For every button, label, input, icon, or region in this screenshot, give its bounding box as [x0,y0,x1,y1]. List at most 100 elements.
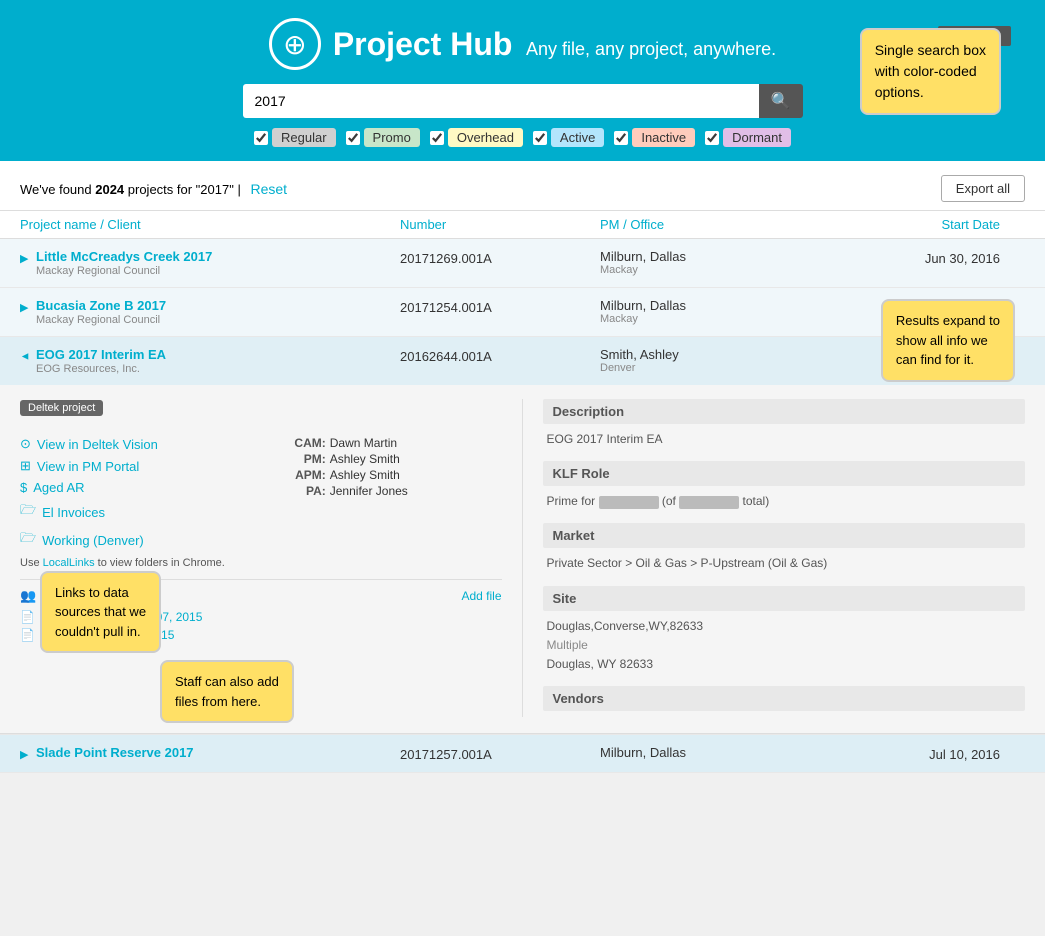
tagline-text: Any file, any project, anywhere. [526,39,776,59]
local-links-text: Use LocalLinks to view folders in Chrome… [20,557,251,569]
market-header: Market [543,523,1026,548]
project-date-1: Jun 30, 2016 [820,249,1000,266]
project-row-3: ▼ EOG 2017 Interim EA EOG Resources, Inc… [0,337,1045,735]
cam-row-3: APM: Ashley Smith [291,468,502,482]
filter-row: Regular Promo Overhead Active Inactive [20,128,1025,147]
row-arrow-2: ▶ [20,301,30,314]
link-working[interactable]: 🗁 Working (Denver) [20,529,251,551]
filter-active-label[interactable]: Active [551,128,604,147]
filter-dormant-label[interactable]: Dormant [723,128,791,147]
project-name-3: EOG 2017 Interim EA EOG Resources, Inc. [36,347,166,375]
project-name-cell-4: ▶ Slade Point Reserve 2017 [20,745,400,761]
search-box: 🔍 [243,84,803,118]
add-file-link[interactable]: Add file [461,589,501,603]
reset-link[interactable]: Reset [250,181,287,197]
cam-row-1: CAM: Dawn Martin [291,436,502,450]
description-value: EOG 2017 Interim EA [543,430,1026,449]
results-count: 2024 [95,182,124,197]
filter-promo: Promo [346,128,420,147]
export-button[interactable]: Export all [941,175,1025,202]
filter-regular: Regular [254,128,336,147]
filter-overhead-checkbox[interactable] [430,131,444,145]
link-deltek-vision[interactable]: ⊙ View in Deltek Vision [20,436,251,452]
results-middle: projects for "2017" | [124,182,241,197]
project-number-3: 20162644.001A [400,347,600,364]
working-icon: 🗁 [20,529,36,551]
results-bar: We've found 2024 projects for "2017" | R… [0,161,1045,211]
filter-active-checkbox[interactable] [533,131,547,145]
market-value: Private Sector > Oil & Gas > P-Upstream … [543,554,1026,573]
filter-active: Active [533,128,604,147]
filter-regular-checkbox[interactable] [254,131,268,145]
search-callout: Single search boxwith color-codedoptions… [860,28,1001,115]
main-content: We've found 2024 projects for "2017" | R… [0,161,1045,773]
project-row-1: ▶ Little McCreadys Creek 2017 Mackay Reg… [0,239,1045,288]
project-number-2: 20171254.001A [400,298,600,315]
project-name-4: Slade Point Reserve 2017 [36,745,194,760]
filter-inactive-checkbox[interactable] [614,131,628,145]
deltek-vision-icon: ⊙ [20,436,31,452]
link-el-invoices[interactable]: 🗁 El Invoices [20,501,251,523]
filter-promo-label[interactable]: Promo [364,128,420,147]
files-icon: 👥 [20,588,36,604]
filter-dormant-checkbox[interactable] [705,131,719,145]
header: Feedback ⊕ Project Hub Any file, any pro… [0,0,1045,161]
project-pm-2: Milburn, Dallas Mackay [600,298,820,325]
el-invoices-icon: 🗁 [20,501,36,523]
vendors-header: Vendors [543,686,1026,711]
staff-files-callout-wrap: Staff can also addfiles from here. [160,660,294,723]
filter-overhead: Overhead [430,128,523,147]
description-header: Description [543,399,1026,424]
search-input[interactable] [243,84,759,118]
title-text: Project Hub [333,26,513,62]
row-arrow-1: ▶ [20,252,30,265]
row-arrow-3: ▼ [19,351,31,361]
klf-role-header: KLF Role [543,461,1026,486]
data-sources-callout-wrap: Links to datasources that wecouldn't pul… [40,571,161,654]
cam-row-2: PM: Ashley Smith [291,452,502,466]
col-header-number[interactable]: Number [400,217,600,232]
header-top: ⊕ Project Hub Any file, any project, any… [20,18,1025,70]
results-expand-callout: Results expand toshow all info wecan fin… [881,299,1015,382]
detail-links-col: ⊙ View in Deltek Vision ⊞ View in PM Por… [20,436,251,569]
project-name-2: Bucasia Zone B 2017 Mackay Regional Coun… [36,298,166,326]
results-prefix: We've found [20,182,95,197]
pm-portal-icon: ⊞ [20,458,31,474]
project-date-4: Jul 10, 2016 [820,745,1000,762]
aged-ar-icon: $ [20,480,27,495]
col-header-date[interactable]: Start Date [820,217,1000,232]
link-pm-portal[interactable]: ⊞ View in PM Portal [20,458,251,474]
project-pm-3: Smith, Ashley Denver [600,347,820,374]
project-row-4-header[interactable]: ▶ Slade Point Reserve 2017 20171257.001A… [0,735,1045,772]
filter-regular-label[interactable]: Regular [272,128,336,147]
staff-files-callout: Staff can also addfiles from here. [160,660,294,723]
project-name-cell-2: ▶ Bucasia Zone B 2017 Mackay Regional Co… [20,298,400,326]
project-name-cell-1: ▶ Little McCreadys Creek 2017 Mackay Reg… [20,249,400,277]
header-logo: ⊕ Project Hub Any file, any project, any… [269,18,776,70]
cam-section: CAM: Dawn Martin PM: Ashley Smith APM: A… [291,436,502,559]
site-value: Douglas,Converse,WY,82633 Multiple Dougl… [543,617,1026,675]
filter-overhead-label[interactable]: Overhead [448,128,523,147]
project-number-1: 20171269.001A [400,249,600,266]
project-row-1-header[interactable]: ▶ Little McCreadys Creek 2017 Mackay Reg… [0,239,1045,287]
project-name-1: Little McCreadys Creek 2017 Mackay Regio… [36,249,212,277]
header-inner: Feedback ⊕ Project Hub Any file, any pro… [20,18,1025,147]
project-row-4: ▶ Slade Point Reserve 2017 20171257.001A… [0,735,1045,773]
site-header: Site [543,586,1026,611]
filter-inactive: Inactive [614,128,695,147]
detail-left: Deltek project ⊙ View in Deltek Vision ⊞… [20,399,523,717]
col-header-name[interactable]: Project name / Client [20,217,400,232]
local-links-link[interactable]: LocalLinks [43,557,95,569]
filter-inactive-label[interactable]: Inactive [632,128,695,147]
link-aged-ar[interactable]: $ Aged AR [20,480,251,495]
klf-role-value: Prime for (of total) [543,492,1026,511]
file-icon-1: 📄 [20,610,35,624]
logo-icon: ⊕ [269,18,321,70]
project-number-4: 20171257.001A [400,745,600,762]
search-button[interactable]: 🔍 [759,84,803,118]
results-expand-callout-wrap: Results expand toshow all info wecan fin… [881,299,1015,382]
filter-promo-checkbox[interactable] [346,131,360,145]
deltek-badge: Deltek project [20,400,103,416]
col-header-pm[interactable]: PM / Office [600,217,820,232]
row-arrow-4: ▶ [20,748,30,761]
